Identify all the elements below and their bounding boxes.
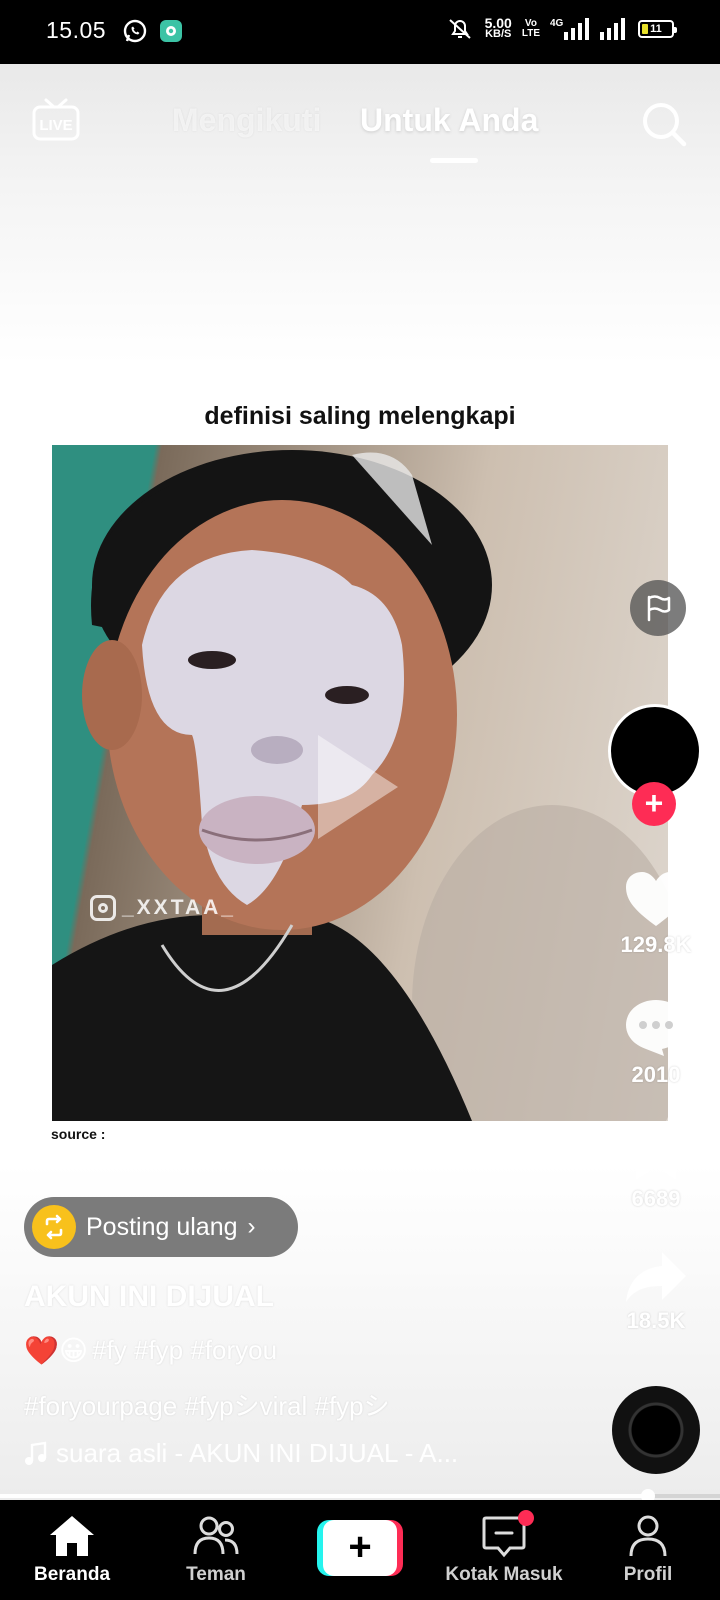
app-notification-icon <box>160 20 182 42</box>
like-count: 129.8K <box>620 932 692 957</box>
share-button[interactable]: 18.5K <box>608 1250 704 1334</box>
follow-button[interactable]: + <box>632 782 676 826</box>
nav-friends[interactable]: Teman <box>144 1500 288 1600</box>
live-tv-icon[interactable]: LIVE <box>32 96 80 142</box>
share-count: 18.5K <box>626 1308 686 1333</box>
comment-button[interactable]: 2010 <box>608 998 704 1088</box>
flag-icon <box>647 595 671 622</box>
profile-icon <box>629 1515 667 1557</box>
signal-icon <box>600 18 625 40</box>
video-caption-overlay: definisi saling melengkapi <box>204 402 516 430</box>
watermark-handle: _XXTAA_ <box>122 896 236 919</box>
save-button[interactable]: 6689 <box>608 1124 704 1212</box>
bookmark-icon <box>636 1126 676 1180</box>
repost-button[interactable]: Posting ulang › <box>24 1197 298 1257</box>
instagram-icon <box>90 895 116 921</box>
hashtags-line-1[interactable]: #fy #fyp #foryou <box>92 1335 277 1366</box>
top-nav: LIVE Mengikuti Untuk Anda <box>0 64 720 174</box>
music-disc[interactable] <box>612 1386 700 1474</box>
plus-icon: + <box>323 1520 397 1576</box>
comment-count: 2010 <box>631 1062 681 1087</box>
nav-profile-label: Profil <box>623 1564 673 1585</box>
hashtags-line-2[interactable]: #foryourpage #fypシviral #fypシ <box>24 1386 390 1423</box>
video-watermark: _XXTAA_ <box>90 895 236 921</box>
battery-icon: 11 <box>638 20 677 38</box>
heart-icon <box>626 872 686 926</box>
volte-bottom: LTE <box>521 28 540 39</box>
report-button[interactable] <box>630 580 686 636</box>
status-bar: 15.05 5.00 KB/S Vo LTE 4G 11 <box>0 0 720 64</box>
bottom-nav: Beranda Teman + Kotak Masuk Profil <box>0 1500 720 1600</box>
chevron-right-icon: › <box>247 1213 256 1240</box>
post-description-line-1: ❤️😀 #fy #fyp #foryou <box>24 1334 277 1367</box>
volte-indicator: Vo LTE <box>522 19 540 39</box>
status-time: 15.05 <box>46 17 107 43</box>
status-system-icons: 5.00 KB/S Vo LTE 4G 11 <box>445 16 677 42</box>
like-button[interactable]: 129.8K <box>608 870 704 958</box>
nav-friends-label: Teman <box>186 1564 246 1585</box>
network-speed: 5.00 KB/S <box>485 16 512 40</box>
tab-for-you[interactable]: Untuk Anda <box>360 102 538 139</box>
signal-4g-icon: 4G <box>550 18 589 40</box>
live-label: LIVE <box>39 117 72 134</box>
repost-label: Posting ulang <box>86 1212 238 1241</box>
video-frame[interactable]: _XXTAA_ <box>52 445 668 1121</box>
home-icon <box>50 1516 94 1556</box>
nav-inbox-label: Kotak Masuk <box>445 1564 563 1585</box>
source-label: source : <box>51 1126 106 1142</box>
svg-text:4G: 4G <box>550 18 564 29</box>
music-note-icon <box>25 1441 47 1465</box>
music-info[interactable]: suara asli - AKUN INI DIJUAL - A... <box>24 1438 458 1469</box>
share-arrow-icon <box>626 1252 686 1302</box>
tab-following[interactable]: Mengikuti <box>172 102 321 139</box>
progress-fill <box>0 1494 648 1498</box>
nav-inbox[interactable]: Kotak Masuk <box>432 1500 576 1600</box>
nav-create[interactable]: + <box>288 1500 432 1600</box>
comment-icon <box>626 1000 686 1056</box>
feed-video-view[interactable]: LIVE Mengikuti Untuk Anda definisi salin… <box>0 64 720 1500</box>
search-icon[interactable] <box>640 100 688 148</box>
whatsapp-icon <box>123 19 147 43</box>
active-tab-indicator <box>430 158 478 163</box>
description-emojis: ❤️😀 <box>24 1335 89 1366</box>
nav-home[interactable]: Beranda <box>0 1500 144 1600</box>
nav-profile[interactable]: Profil <box>576 1500 720 1600</box>
mute-bell-icon <box>448 19 471 39</box>
inbox-notification-dot <box>518 1510 534 1526</box>
status-notification-icons <box>122 18 184 44</box>
play-icon[interactable] <box>318 735 398 839</box>
creator-username[interactable]: AKUN INI DIJUAL <box>24 1280 274 1314</box>
friends-icon <box>193 1516 239 1555</box>
music-title: suara asli - AKUN INI DIJUAL - A... <box>56 1438 459 1468</box>
save-count: 6689 <box>631 1186 681 1211</box>
nav-home-label: Beranda <box>33 1564 111 1585</box>
battery-level: 11 <box>650 23 662 35</box>
network-speed-unit: KB/S <box>485 28 512 40</box>
repost-icon <box>32 1205 76 1249</box>
create-button[interactable]: + <box>317 1520 403 1576</box>
video-progress-bar[interactable] <box>0 1489 720 1503</box>
